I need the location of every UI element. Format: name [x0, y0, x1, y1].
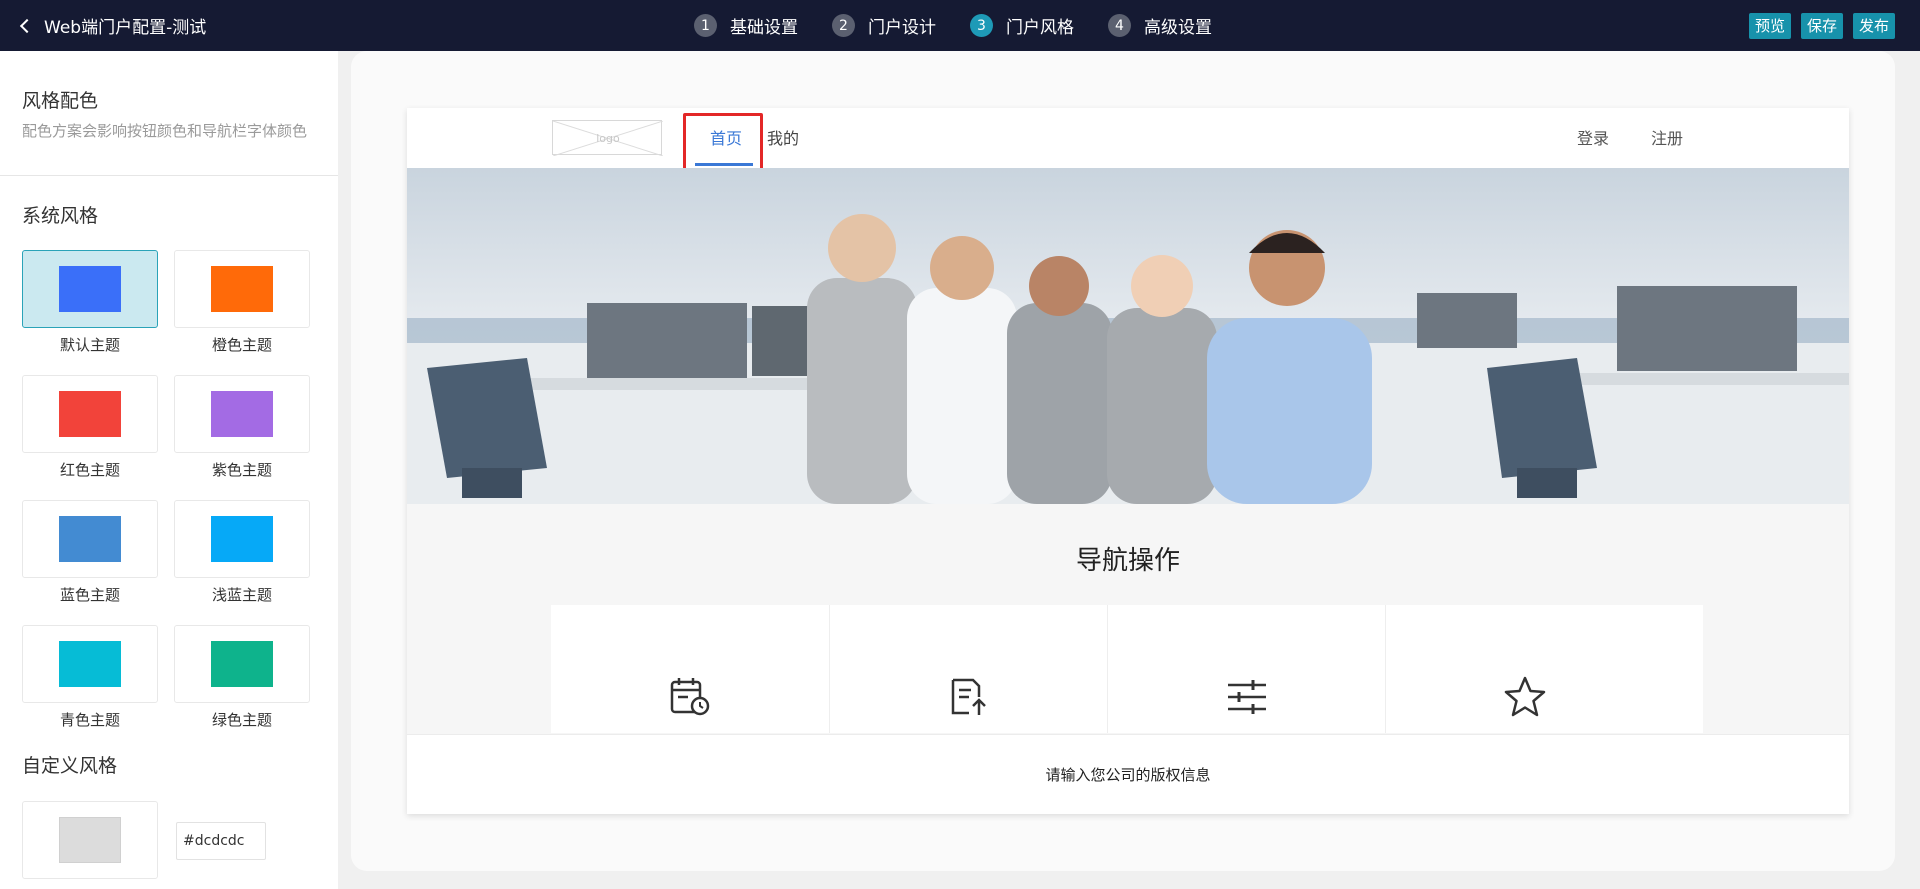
nav-login[interactable]: 登录 [1577, 108, 1609, 166]
top-bar: Web端门户配置-测试 1 基础设置 2 门户设计 3 门户风格 4 高级设置 … [0, 0, 1920, 51]
theme-card[interactable] [174, 375, 310, 453]
theme-swatch [59, 266, 121, 312]
theme-cyan[interactable]: 青色主题 [22, 625, 158, 730]
theme-green[interactable]: 绿色主题 [174, 625, 310, 730]
step-label: 高级设置 [1144, 18, 1212, 38]
step-number: 4 [1108, 14, 1131, 37]
color-scheme-desc: 配色方案会影响按钮颜色和导航栏字体颜色 [22, 122, 308, 140]
theme-label: 红色主题 [59, 461, 120, 479]
operation-item[interactable] [829, 605, 1107, 733]
operations-grid [551, 605, 1703, 733]
step-3[interactable]: 3 门户风格 [970, 13, 1074, 38]
back-button[interactable]: Web端门户配置-测试 [19, 0, 207, 51]
custom-color-swatch [59, 817, 121, 863]
section-title: 导航操作 [1075, 546, 1180, 576]
theme-label: 紫色主题 [211, 461, 272, 479]
custom-style-title: 自定义风格 [22, 755, 118, 777]
preview-navbar: logo 首页 我的 登录 注册 [407, 108, 1849, 178]
theme-swatch [211, 391, 273, 437]
banner-image [407, 168, 1849, 504]
step-number: 2 [832, 14, 855, 37]
custom-color-input[interactable] [176, 822, 266, 860]
hero-banner [407, 168, 1849, 504]
chevron-left-icon [19, 18, 35, 33]
step-2[interactable]: 2 门户设计 [832, 13, 936, 38]
step-label: 基础设置 [730, 18, 798, 38]
theme-swatch [59, 641, 121, 687]
theme-label: 蓝色主题 [59, 586, 120, 604]
theme-purple[interactable]: 紫色主题 [174, 375, 310, 480]
step-label: 门户设计 [868, 18, 936, 38]
logo-text: logo [596, 132, 620, 145]
divider [0, 175, 338, 176]
step-label: 门户风格 [1006, 18, 1074, 38]
step-number: 1 [694, 14, 717, 37]
system-style-title: 系统风格 [22, 205, 99, 227]
custom-color-card[interactable] [22, 801, 158, 879]
theme-label: 橙色主题 [211, 336, 272, 354]
theme-card[interactable] [174, 250, 310, 328]
theme-label: 青色主题 [59, 711, 120, 729]
portal-preview: logo 首页 我的 登录 注册 导航操作 请输入您公司的版权信息 [407, 108, 1849, 814]
step-number: 3 [970, 14, 993, 37]
operation-item[interactable] [551, 605, 829, 733]
theme-card[interactable] [22, 625, 158, 703]
theme-card[interactable] [174, 500, 310, 578]
operation-item[interactable] [1385, 605, 1663, 733]
document-upload-icon [951, 678, 986, 715]
app-title: Web端门户配置-测试 [44, 18, 207, 38]
step-1[interactable]: 1 基础设置 [694, 13, 798, 38]
style-sidebar: 风格配色 配色方案会影响按钮颜色和导航栏字体颜色 系统风格 默认主题 橙色主题 … [0, 51, 338, 889]
theme-blue[interactable]: 蓝色主题 [22, 500, 158, 605]
step-4[interactable]: 4 高级设置 [1108, 13, 1212, 38]
theme-swatch [211, 641, 273, 687]
theme-default[interactable]: 默认主题 [22, 250, 158, 355]
sliders-icon [1228, 680, 1266, 714]
calendar-clock-icon [670, 678, 710, 716]
publish-button[interactable]: 发布 [1852, 12, 1895, 39]
star-icon [1504, 676, 1546, 717]
copyright-footer: 请输入您公司的版权信息 [407, 734, 1849, 814]
header-actions: 预览 保存 发布 [1748, 0, 1895, 51]
theme-orange[interactable]: 橙色主题 [174, 250, 310, 355]
theme-swatch [59, 516, 121, 562]
save-button[interactable]: 保存 [1800, 12, 1843, 39]
theme-card[interactable] [22, 375, 158, 453]
theme-card[interactable] [22, 250, 158, 328]
color-scheme-title: 风格配色 [22, 90, 99, 112]
logo-placeholder: logo [552, 120, 663, 156]
theme-card[interactable] [174, 625, 310, 703]
theme-swatch [59, 391, 121, 437]
nav-mine[interactable]: 我的 [767, 108, 799, 166]
nav-register[interactable]: 注册 [1651, 108, 1683, 166]
theme-card[interactable] [22, 500, 158, 578]
theme-swatch [211, 266, 273, 312]
theme-label: 绿色主题 [211, 711, 272, 729]
theme-red[interactable]: 红色主题 [22, 375, 158, 480]
operation-item[interactable] [1107, 605, 1385, 733]
theme-swatch [211, 516, 273, 562]
preview-button[interactable]: 预览 [1748, 12, 1791, 39]
theme-label: 浅蓝主题 [211, 586, 272, 604]
theme-light-blue[interactable]: 浅蓝主题 [174, 500, 310, 605]
theme-label: 默认主题 [59, 336, 120, 354]
step-nav: 1 基础设置 2 门户设计 3 门户风格 4 高级设置 [694, 0, 1246, 51]
